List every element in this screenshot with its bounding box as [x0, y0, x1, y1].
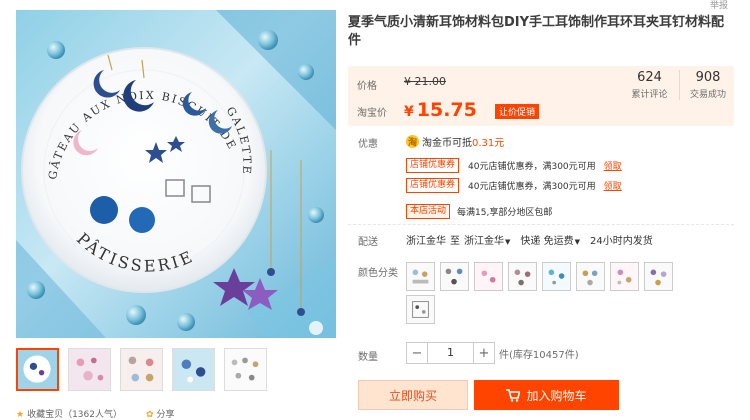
- quantity-input[interactable]: 1: [428, 342, 473, 364]
- quantity-plus-button[interactable]: +: [473, 342, 495, 364]
- ship-to-word: 至: [450, 236, 460, 247]
- chevron-down-icon: ▼: [505, 238, 511, 246]
- add-to-cart-label: 加入购物车: [526, 388, 587, 403]
- thumbnail-3[interactable]: [120, 348, 163, 391]
- favorite-link[interactable]: ★ 收藏宝贝（1362人气）: [16, 407, 122, 420]
- coupon-text: 40元店铺优惠券，满300元可用: [468, 182, 596, 192]
- color-swatches: [406, 262, 706, 324]
- share-label: 分享: [156, 410, 175, 420]
- delivery-row: 浙江金华 至 浙江金华▼ 快递 免运费▼ 24小时内发货: [406, 232, 653, 247]
- product-title: 夏季气质小清新耳饰材料包DIY手工耳饰制作耳环耳夹耳钉材料配件: [348, 15, 725, 48]
- color-swatch[interactable]: [542, 262, 571, 291]
- sold-label: 交易成功: [689, 90, 726, 100]
- color-swatch[interactable]: [406, 295, 435, 324]
- stock-text: 件(库存10457件): [499, 349, 579, 361]
- color-swatch[interactable]: [576, 262, 605, 291]
- coin-text: 淘金币可抵: [422, 138, 472, 149]
- sold-stat: 908 交易成功: [678, 70, 738, 100]
- quantity-stepper: − 1 + 件(库存10457件): [406, 342, 579, 364]
- shipping-method: 快递 免运费: [520, 236, 574, 247]
- favorite-label: 收藏宝贝（1362人气）: [27, 410, 122, 420]
- coupon-row-1: 店铺优惠券 40元店铺优惠券，满300元可用 领取: [406, 158, 622, 173]
- activity-tag: 本店活动: [406, 204, 451, 219]
- store-activity: 本店活动 每满15,享部分地区包邮: [406, 204, 552, 219]
- report-link[interactable]: 举报: [710, 0, 728, 11]
- color-swatch[interactable]: [610, 262, 639, 291]
- ship-from: 浙江金华: [406, 236, 446, 247]
- share-link[interactable]: ✿ 分享: [146, 407, 175, 420]
- promo-price-label: 淘宝价: [357, 108, 387, 119]
- claim-coupon-link[interactable]: 领取: [604, 159, 622, 172]
- claim-coupon-link[interactable]: 领取: [604, 179, 622, 192]
- taojinbi-offer: 淘 淘金币可抵 0.31元: [406, 134, 504, 149]
- star-icon: ★: [16, 410, 25, 420]
- coin-amount: 0.31元: [472, 138, 505, 149]
- add-to-cart-button[interactable]: 加入购物车: [474, 380, 619, 410]
- quantity-minus-button[interactable]: −: [406, 342, 428, 364]
- current-price: ¥15.75: [404, 99, 477, 121]
- earrings-photo: GÂTEAU AUX NOIX BISCUIT DE SAVOIE GALETT…: [16, 10, 336, 338]
- activity-text: 每满15,享部分地区包邮: [457, 208, 553, 218]
- coupon-row-2: 店铺优惠券 40元店铺优惠券，满300元可用 领取: [406, 178, 622, 193]
- quantity-label: 数量: [358, 352, 378, 363]
- currency-symbol: ¥: [404, 104, 414, 120]
- ship-to-select[interactable]: 浙江金华▼: [464, 232, 516, 247]
- thumbnail-1[interactable]: [16, 348, 59, 391]
- promo-tag: 让价促销: [495, 104, 540, 119]
- color-swatch[interactable]: [508, 262, 537, 291]
- color-swatch[interactable]: [406, 262, 435, 291]
- original-price: ¥ 21.00: [404, 75, 446, 88]
- gallery-actions: ★ 收藏宝贝（1362人气） ✿ 分享: [16, 407, 175, 420]
- reviews-count: 624: [637, 70, 662, 85]
- ship-time: 24小时内发货: [589, 236, 653, 247]
- thumbnail-2[interactable]: [68, 348, 111, 391]
- main-product-image[interactable]: GÂTEAU AUX NOIX BISCUIT DE SAVOIE GALETT…: [16, 10, 336, 338]
- price-box: 价格 ¥ 21.00 淘宝价 ¥15.75 让价促销 624 累计评论 908 …: [348, 66, 734, 126]
- original-price-label: 价格: [357, 81, 377, 92]
- ship-to: 浙江金华: [464, 236, 504, 247]
- coupon-text: 40元店铺优惠券，满300元可用: [468, 162, 596, 172]
- reviews-stat[interactable]: 624 累计评论: [620, 70, 680, 100]
- thumbnail-5[interactable]: [224, 348, 267, 391]
- coupon-tag: 店铺优惠券: [406, 178, 460, 193]
- color-swatch[interactable]: [440, 262, 469, 291]
- sold-count: 908: [695, 70, 721, 85]
- color-swatch[interactable]: [474, 262, 503, 291]
- coin-icon: 淘: [406, 135, 419, 148]
- offers-label: 优惠: [358, 139, 378, 150]
- divider: [348, 224, 734, 225]
- color-options-label: 颜色分类: [358, 268, 398, 279]
- buy-now-button[interactable]: 立即购买: [358, 380, 468, 410]
- share-icon: ✿: [145, 410, 154, 420]
- thumbnail-4[interactable]: [172, 348, 215, 391]
- thumbnail-strip: [16, 348, 267, 391]
- delivery-label: 配送: [358, 237, 378, 248]
- reviews-label: 累计评论: [631, 90, 668, 100]
- chevron-down-icon: ▼: [574, 238, 580, 246]
- color-swatch[interactable]: [644, 262, 673, 291]
- current-price-value: 15.75: [416, 99, 477, 121]
- shipping-method-select[interactable]: 快递 免运费▼: [520, 232, 586, 247]
- cart-icon: [506, 388, 521, 402]
- coupon-tag: 店铺优惠券: [406, 158, 460, 173]
